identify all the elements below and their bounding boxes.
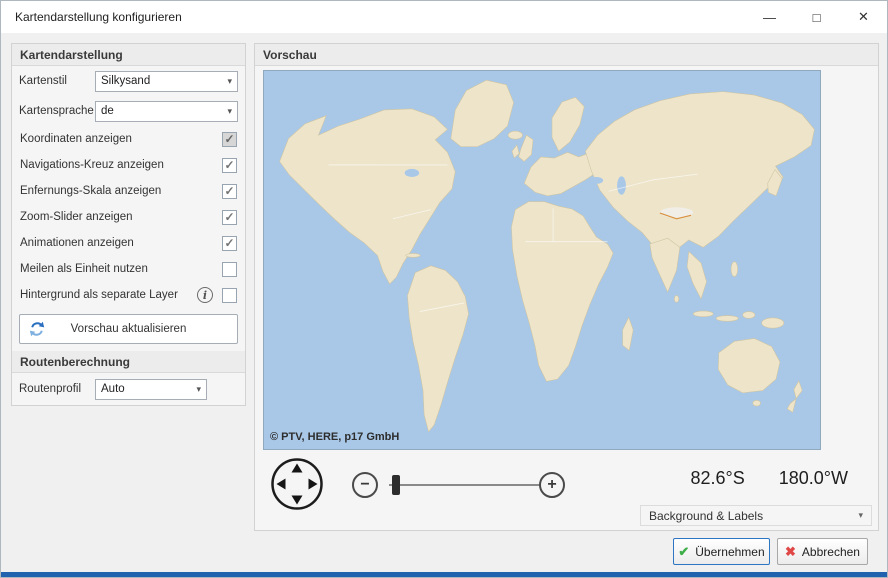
zoom-out-button[interactable]: − <box>352 472 378 498</box>
map-preview[interactable]: © PTV, HERE, p17 GmbH <box>263 70 821 450</box>
minimize-button[interactable]: — <box>746 1 793 33</box>
titlebar[interactable]: Kartendarstellung konfigurieren — □ ✕ <box>1 1 887 33</box>
map-style-row: Kartenstil Silkysand ▾ <box>12 66 245 96</box>
map-copyright: © PTV, HERE, p17 GmbH <box>270 431 399 443</box>
chevron-down-icon: ▾ <box>227 106 232 117</box>
maximize-button[interactable]: □ <box>793 1 840 33</box>
checkbox-zoom-slider[interactable]: ✓ <box>222 210 237 225</box>
checkbox-label: Navigations-Kreuz anzeigen <box>20 159 222 171</box>
checkbox-label: Zoom-Slider anzeigen <box>20 211 222 223</box>
map-language-label: Kartensprache <box>19 105 95 117</box>
route-profile-label: Routenprofil <box>19 383 95 395</box>
checkbox-row: Zoom-Slider anzeigen ✓ <box>12 204 245 230</box>
refresh-icon <box>29 321 45 337</box>
minimize-icon: — <box>763 10 776 25</box>
apply-button-label: Übernehmen <box>695 545 764 559</box>
checkbox-row: Animationen anzeigen ✓ <box>12 230 245 256</box>
info-icon[interactable]: i <box>197 287 213 303</box>
close-button[interactable]: ✕ <box>840 1 887 33</box>
checkbox-hintergrund-layer[interactable] <box>222 288 237 303</box>
checkbox-koordinaten[interactable]: ✓ <box>222 132 237 147</box>
latitude-value: 82.6°S <box>691 468 745 489</box>
refresh-button-wrap: Vorschau aktualisieren <box>12 308 245 351</box>
checkbox-row: Navigations-Kreuz anzeigen ✓ <box>12 152 245 178</box>
nav-cross-icon <box>269 456 325 512</box>
route-profile-dropdown[interactable]: Auto ▾ <box>95 379 207 400</box>
map-language-row: Kartensprache de ▾ <box>12 96 245 126</box>
close-icon: ✕ <box>858 9 869 25</box>
checkbox-row: Hintergrund als separate Layer i <box>12 282 245 308</box>
checkbox-label: Hintergrund als separate Layer <box>20 289 197 301</box>
longitude-value: 180.0°W <box>779 468 848 489</box>
map-language-value: de <box>101 105 114 117</box>
checkbox-label: Meilen als Einheit nutzen <box>20 263 222 275</box>
cancel-x-icon: ✖ <box>785 544 796 560</box>
checkbox-row: Enfernungs-Skala anzeigen ✓ <box>12 178 245 204</box>
checkbox-entfernungs-skala[interactable]: ✓ <box>222 184 237 199</box>
checkbox-animationen[interactable]: ✓ <box>222 236 237 251</box>
maximize-icon: □ <box>813 10 821 25</box>
route-profile-value: Auto <box>101 383 125 395</box>
chevron-down-icon: ▾ <box>858 510 863 521</box>
world-map <box>264 71 820 449</box>
map-style-label: Kartenstil <box>19 75 95 87</box>
apply-button[interactable]: ✔ Übernehmen <box>673 538 770 565</box>
cancel-button[interactable]: ✖ Abbrechen <box>777 538 868 565</box>
pan-control[interactable] <box>269 456 325 512</box>
settings-panel: Kartendarstellung Kartenstil Silkysand ▾… <box>11 43 246 406</box>
map-style-dropdown[interactable]: Silkysand ▾ <box>95 71 238 92</box>
route-profile-row: Routenprofil Auto ▾ <box>12 373 245 405</box>
chevron-down-icon: ▾ <box>227 76 232 87</box>
routing-header: Routenberechnung <box>12 351 245 373</box>
window-bottom-accent <box>1 572 887 577</box>
preview-header: Vorschau <box>255 44 878 66</box>
zoom-in-button[interactable]: + <box>539 472 565 498</box>
map-language-dropdown[interactable]: de ▾ <box>95 101 238 122</box>
preview-panel: Vorschau <box>254 43 879 531</box>
checkbox-navigations-kreuz[interactable]: ✓ <box>222 158 237 173</box>
zoom-out-icon: − <box>360 476 369 494</box>
cancel-button-label: Abbrechen <box>802 545 860 559</box>
window-title: Kartendarstellung konfigurieren <box>15 10 182 24</box>
checkbox-row: Koordinaten anzeigen ✓ <box>12 126 245 152</box>
window-controls: — □ ✕ <box>746 1 887 33</box>
chevron-down-icon: ▾ <box>196 384 201 395</box>
layer-dropdown[interactable]: Background & Labels ▾ <box>640 505 872 526</box>
checkbox-row: Meilen als Einheit nutzen <box>12 256 245 282</box>
checkbox-label: Animationen anzeigen <box>20 237 222 249</box>
refresh-preview-button[interactable]: Vorschau aktualisieren <box>19 314 238 344</box>
zoom-slider-handle[interactable] <box>392 475 400 495</box>
layer-dropdown-value: Background & Labels <box>649 509 763 523</box>
dialog-window: Kartendarstellung konfigurieren — □ ✕ Ka… <box>0 0 888 578</box>
map-style-value: Silkysand <box>101 75 150 87</box>
checkbox-meilen[interactable] <box>222 262 237 277</box>
zoom-slider-track[interactable] <box>389 484 539 486</box>
zoom-in-icon: + <box>547 476 556 494</box>
coordinates-readout: 82.6°S 180.0°W <box>691 468 848 489</box>
map-display-header: Kartendarstellung <box>12 44 245 66</box>
checkbox-label: Koordinaten anzeigen <box>20 133 222 145</box>
refresh-button-label: Vorschau aktualisieren <box>71 323 187 335</box>
checkbox-label: Enfernungs-Skala anzeigen <box>20 185 222 197</box>
apply-check-icon: ✔ <box>678 544 689 560</box>
